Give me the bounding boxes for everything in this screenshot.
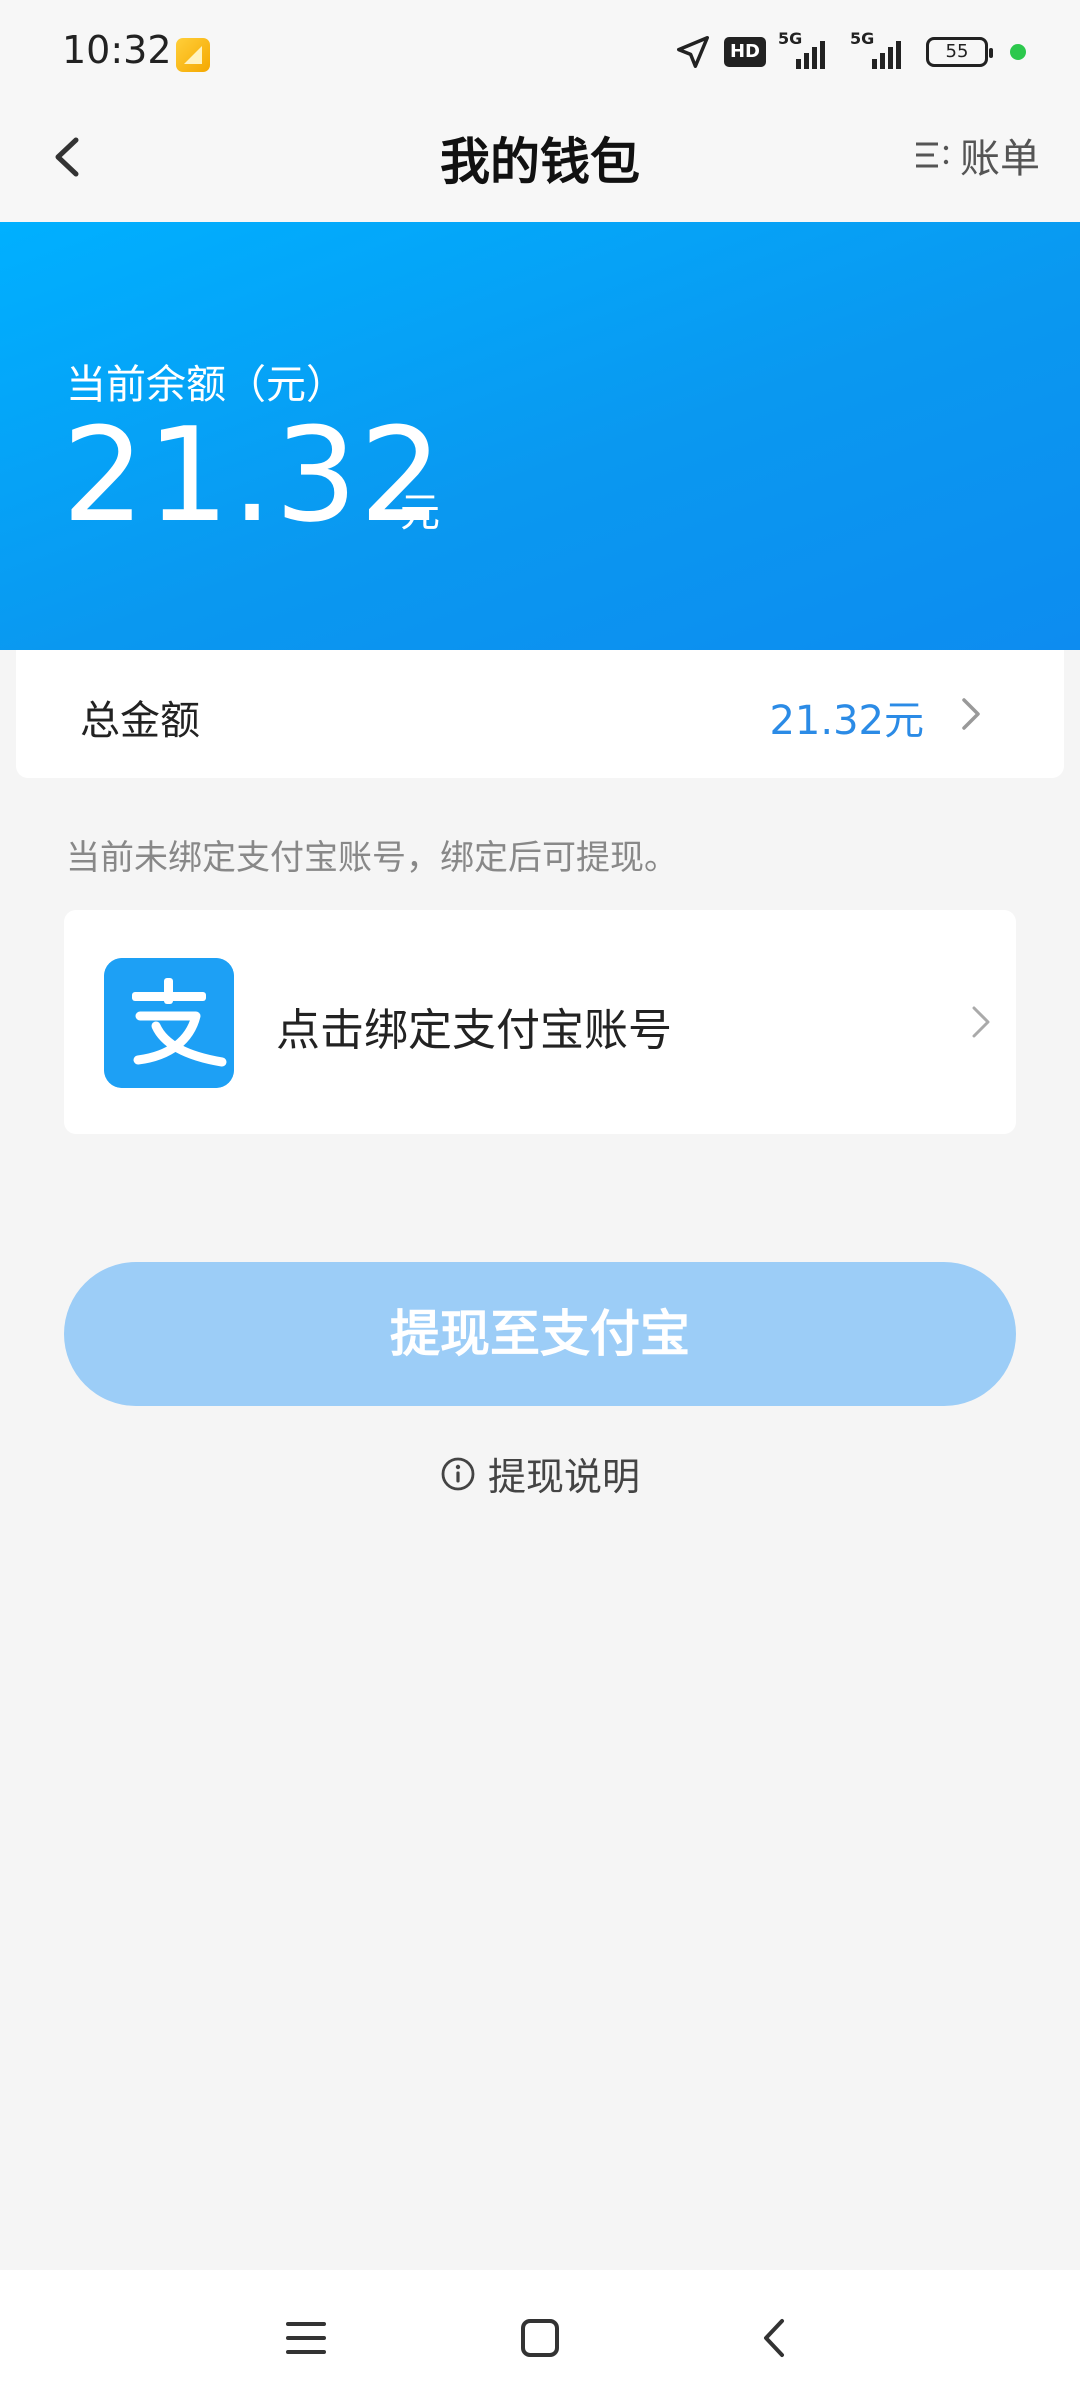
total-label: 总金额 [80,698,200,744]
withdraw-to-alipay-button[interactable]: 提现至支付宝 [64,1262,1016,1406]
back-icon[interactable] [744,2308,804,2368]
status-icons: HD 5G 5G 55 [674,29,1026,74]
battery-icon: 55 [926,37,993,67]
bind-alipay-card[interactable]: 点击绑定支付宝账号 [64,910,1016,1134]
status-time: 10:32 [62,28,172,72]
status-bar: 10:32 HD 5G 5G 55 [0,0,1080,100]
bind-hint-text: 当前未绑定支付宝账号，绑定后可提现。 [66,838,678,878]
total-amount-row[interactable]: 总金额 21.32元 [16,650,1064,778]
menu-icon[interactable] [276,2308,336,2368]
chevron-right-icon [972,1006,990,1038]
bill-label: 账单 [960,136,1040,182]
total-value: 21.32元 [769,698,924,744]
balance-banner: 当前余额（元） 21.32 元 [0,222,1080,650]
wallet-screen: 10:32 HD 5G 5G 55 我的钱包 账单 当前余额（元） 21.32 … [0,0,1080,2400]
notification-app-icon [176,38,210,72]
signal-icon-1: 5G [778,29,838,69]
hd-badge: HD [723,37,766,67]
privacy-indicator-dot [1010,44,1026,60]
system-navigation-bar [0,2270,1080,2400]
home-icon[interactable] [510,2308,570,2368]
balance-unit: 元 [400,490,440,536]
withdraw-info-link[interactable]: 提现说明 [0,1446,1080,1501]
balance-value: 21.32 [62,399,445,551]
bind-alipay-label: 点击绑定支付宝账号 [276,1005,672,1056]
info-icon [441,1457,475,1490]
signal-icon-2: 5G [850,29,914,69]
list-menu-icon [916,142,949,168]
app-header: 我的钱包 账单 [0,100,1080,222]
bill-button[interactable]: 账单 [912,126,1040,184]
withdraw-info-label: 提现说明 [487,1455,640,1499]
chevron-right-icon [962,698,980,730]
alipay-logo-icon [104,958,234,1088]
location-arrow-icon [676,36,709,68]
